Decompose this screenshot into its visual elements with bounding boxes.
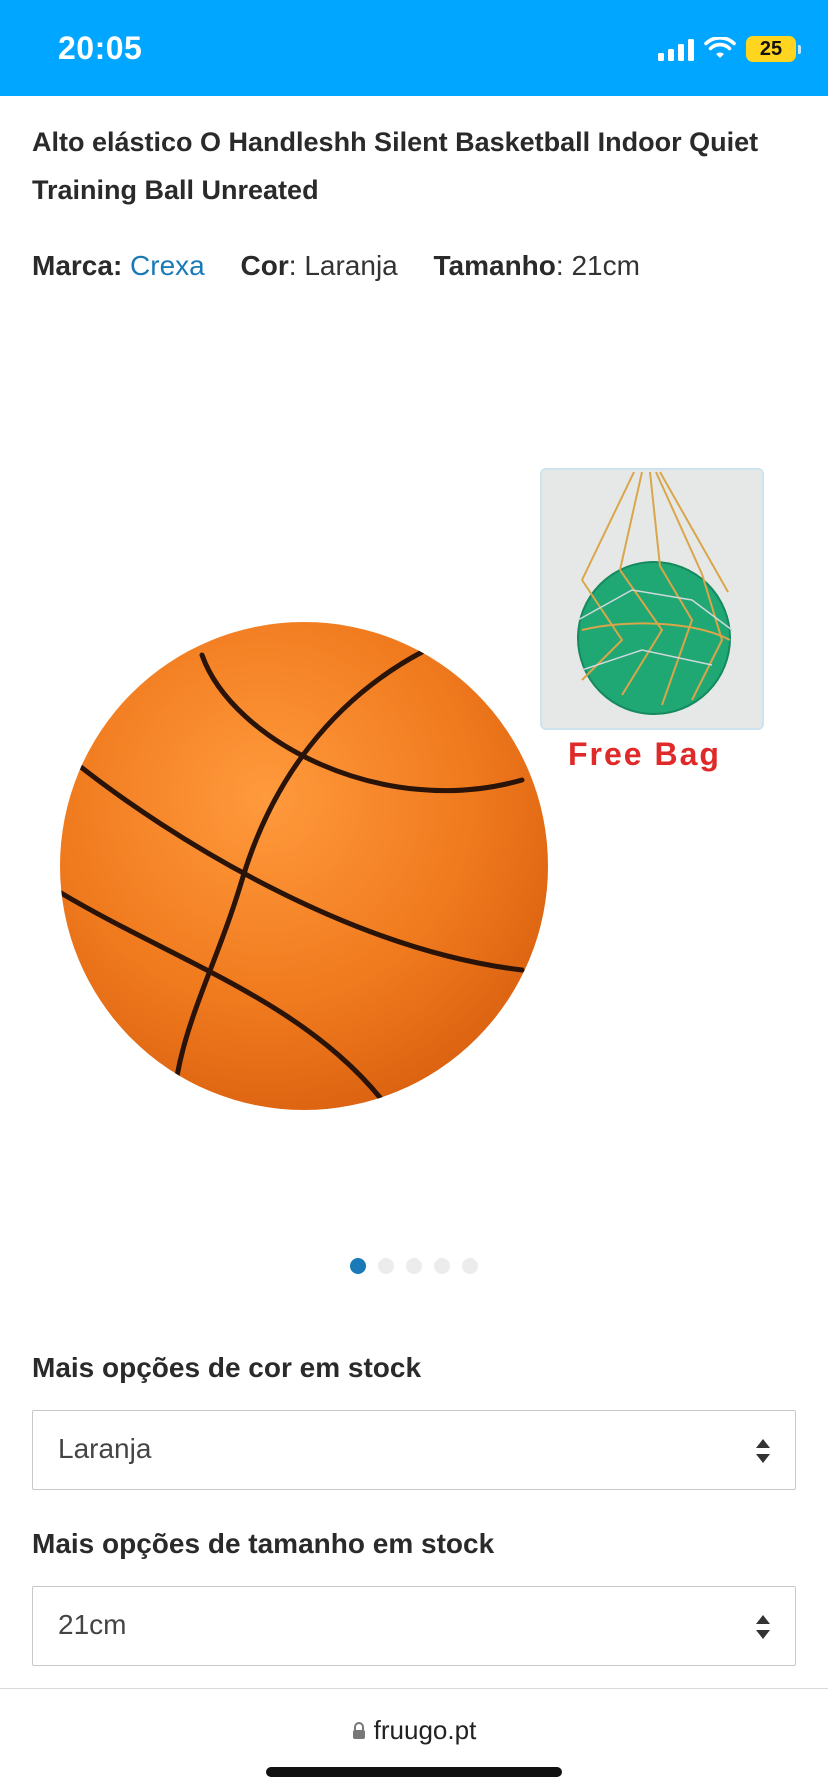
- color-label: Cor: [240, 250, 289, 281]
- net-bag-icon: [577, 471, 733, 715]
- color-sep: :: [288, 250, 297, 281]
- home-indicator[interactable]: [266, 1767, 562, 1777]
- free-bag-image: [540, 468, 764, 730]
- battery-level: 25: [759, 37, 783, 60]
- brand-label: Marca:: [32, 250, 123, 281]
- size-select[interactable]: 21cm: [32, 1586, 796, 1666]
- status-bar: 20:05 25: [0, 0, 828, 96]
- pagination-dot-4[interactable]: [434, 1258, 450, 1274]
- select-arrows-icon: [756, 1439, 770, 1463]
- color-attribute: Cor: Laranja: [241, 250, 406, 281]
- pagination-dot-5[interactable]: [462, 1258, 478, 1274]
- pagination-dot-2[interactable]: [378, 1258, 394, 1274]
- browser-bottom-bar: fruugo.pt: [0, 1688, 828, 1792]
- select-arrows-icon: [756, 1615, 770, 1639]
- size-sep: :: [555, 250, 564, 281]
- url-text: fruugo.pt: [373, 1715, 477, 1745]
- status-time: 20:05: [58, 30, 143, 66]
- color-select-value: Laranja: [58, 1433, 152, 1464]
- size-options-heading: Mais opções de tamanho em stock: [32, 1528, 495, 1559]
- status-icons: 25: [658, 34, 801, 64]
- color-value: Laranja: [304, 250, 398, 281]
- size-select-value: 21cm: [58, 1609, 127, 1640]
- size-attribute: Tamanho: 21cm: [434, 250, 640, 281]
- basketball-image: [60, 622, 548, 1110]
- product-image-gallery[interactable]: Free Bag: [0, 320, 828, 1220]
- address-bar[interactable]: fruugo.pt: [0, 1715, 828, 1746]
- product-title: Alto elástico O Handleshh Silent Basketb…: [32, 127, 759, 205]
- wifi-icon: [704, 37, 736, 58]
- brand-link[interactable]: Crexa: [130, 250, 205, 281]
- battery-icon: 25: [746, 36, 801, 62]
- size-value: 21cm: [571, 250, 640, 281]
- free-bag-label: Free Bag: [568, 736, 721, 772]
- color-options-heading: Mais opções de cor em stock: [32, 1352, 422, 1383]
- pagination-dot-1[interactable]: [350, 1258, 366, 1274]
- gallery-pagination[interactable]: [0, 1258, 828, 1274]
- lock-icon: [352, 1721, 365, 1739]
- color-select[interactable]: Laranja: [32, 1410, 796, 1490]
- pagination-dot-3[interactable]: [406, 1258, 422, 1274]
- brand-attribute: Marca: Crexa: [32, 250, 213, 281]
- cellular-signal-icon: [658, 37, 694, 61]
- product-attributes: Marca: Crexa Cor: Laranja Tamanho: 21cm: [32, 250, 668, 282]
- size-label: Tamanho: [433, 250, 556, 281]
